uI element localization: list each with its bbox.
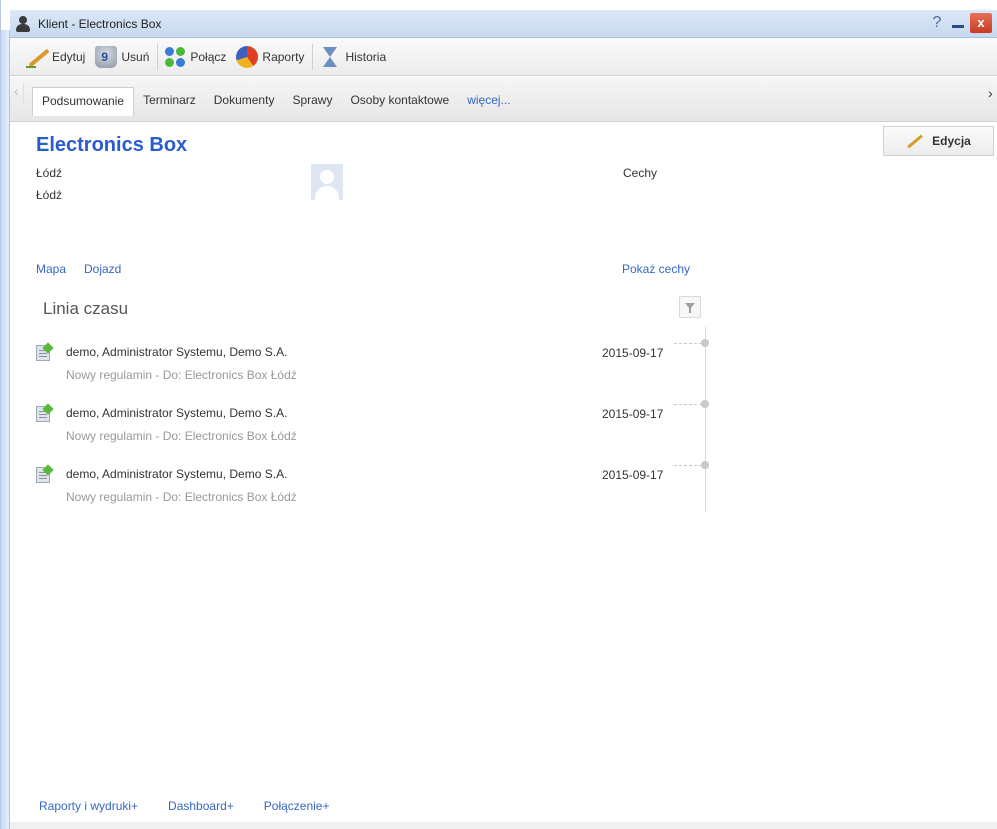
pencil-icon [26,46,48,68]
window-left-edge [1,30,10,829]
client-city: Łódź [36,166,63,180]
help-icon[interactable]: ? [928,14,946,32]
edycja-button-label: Edycja [932,134,971,148]
show-features-link[interactable]: Pokaż cechy [622,262,690,276]
title-bar: Klient - Electronics Box ? x [10,10,997,38]
history-button-label: Historia [345,49,387,64]
timeline-dot [701,339,709,347]
merge-button-label: Połącz [190,49,227,64]
window-controls: ? x [928,13,992,33]
tab-calendar[interactable]: Terminarz [134,87,205,114]
merge-icon [164,46,186,68]
directions-link[interactable]: Dojazd [84,262,121,276]
timeline-description: Nowy regulamin - Do: Electronics Box Łód… [66,429,297,443]
timeline-description: Nowy regulamin - Do: Electronics Box Łód… [66,368,297,382]
avatar [311,164,343,200]
delete-button-label: Usuń [121,49,150,64]
timeline-entry[interactable]: demo, Administrator Systemu, Demo S.A. N… [36,461,726,513]
toolbar-separator [312,43,314,70]
tabs: Podsumowanie Terminarz Dokumenty Sprawy … [32,87,520,116]
minimize-icon[interactable] [950,15,966,31]
pie-chart-icon [236,45,259,68]
timeline-author: demo, Administrator Systemu, Demo S.A. [66,345,288,359]
timeline-description: Nowy regulamin - Do: Electronics Box Łód… [66,490,297,504]
client-window: Klient - Electronics Box ? x Edytuj Usuń… [0,0,997,829]
merge-button[interactable]: Połącz [160,42,232,72]
timeline-connector [674,465,702,466]
edit-button[interactable]: Edytuj [22,42,91,72]
reports-button-label: Raporty [262,49,305,64]
tab-summary[interactable]: Podsumowanie [32,87,135,116]
timeline-entry[interactable]: demo, Administrator Systemu, Demo S.A. N… [36,400,726,452]
tab-documents[interactable]: Dokumenty [205,87,284,114]
document-icon [36,467,50,483]
reports-button[interactable]: Raporty [232,42,310,72]
timeline-dot [701,400,709,408]
history-button[interactable]: Historia [315,42,392,72]
close-button[interactable]: x [970,13,992,33]
features-label: Cechy [623,166,658,180]
reports-printouts-link[interactable]: Raporty i wydruki+ [39,799,138,813]
tab-contacts[interactable]: Osoby kontaktowe [341,87,458,114]
dashboard-link[interactable]: Dashboard+ [168,799,234,813]
timeline-connector [674,343,702,344]
timeline-date: 2015-09-17 [602,468,664,482]
timeline-entry[interactable]: demo, Administrator Systemu, Demo S.A. N… [36,339,726,391]
edit-button-label: Edytuj [52,49,86,64]
tab-more[interactable]: więcej... [458,87,519,114]
delete-button[interactable]: Usuń [91,42,155,72]
toolbar-separator [157,43,159,70]
tab-scroll-left-icon[interactable]: ‹ [14,83,24,103]
timeline-author: demo, Administrator Systemu, Demo S.A. [66,467,288,481]
timeline-date: 2015-09-17 [602,407,664,421]
timeline-dot [701,461,709,469]
hourglass-icon [319,46,341,68]
toolbar: Edytuj Usuń Połącz Raporty Historia [10,38,997,76]
trash-icon [95,45,118,68]
footer-links: Raporty i wydruki+ Dashboard+ Połączenie… [39,799,359,813]
tab-scroll-right-icon[interactable]: › [988,85,997,105]
client-name: Electronics Box [36,134,188,156]
filter-icon[interactable] [679,296,701,318]
status-strip [10,822,997,829]
timeline-title: Linia czasu [43,299,129,318]
map-link[interactable]: Mapa [36,262,66,276]
tab-cases[interactable]: Sprawy [283,87,341,114]
document-icon [36,345,50,361]
window-title: Klient - Electronics Box [38,16,162,31]
edycja-button[interactable]: Edycja [883,126,994,156]
timeline-author: demo, Administrator Systemu, Demo S.A. [66,406,288,420]
user-icon [16,15,30,32]
tab-bar: ‹ Podsumowanie Terminarz Dokumenty Spraw… [10,77,997,122]
document-icon [36,406,50,422]
timeline-connector [674,404,702,405]
summary-panel: Electronics Box Łódź Łódź Cechy Edycja M… [10,122,997,827]
pencil-icon [906,133,924,149]
timeline-date: 2015-09-17 [602,346,664,360]
connection-link[interactable]: Połączenie+ [264,799,330,813]
client-city-secondary: Łódź [36,188,63,202]
